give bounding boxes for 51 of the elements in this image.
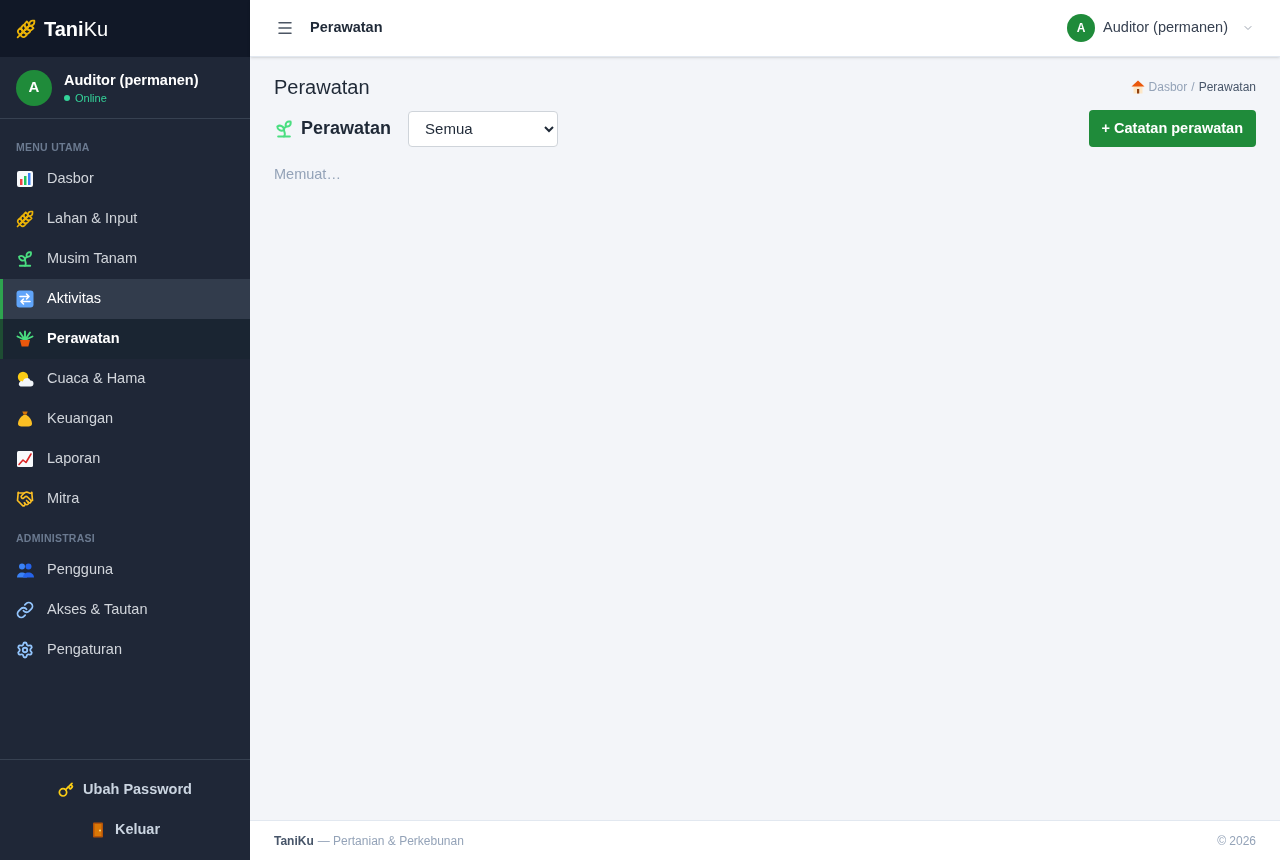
sidebar-item[interactable]: Mitra (0, 479, 250, 519)
sidebar-item[interactable]: Aktivitas (0, 279, 250, 319)
sidebar-item[interactable]: Cuaca & Hama (0, 359, 250, 399)
user-menu-button[interactable]: A Auditor (permanen) (1067, 14, 1254, 42)
menu-section-heading: MENU UTAMA (15, 141, 91, 153)
add-record-button[interactable]: + Catatan perawatan (1088, 110, 1256, 147)
sprout-icon (274, 118, 294, 139)
sidebar-item[interactable]: Perawatan (0, 319, 250, 359)
sidebar-action-button[interactable]: Ubah Password (58, 770, 192, 810)
bar-chart-icon (16, 170, 34, 188)
user-status: Online (75, 90, 107, 106)
sidebar-item[interactable]: Pengguna (0, 550, 250, 590)
settings-icon (16, 641, 34, 659)
sidebar-item[interactable]: Akses & Tautan (0, 590, 250, 630)
footer-copyright: © 2026 (1217, 832, 1256, 850)
arrows-icon (16, 290, 34, 308)
sidebar-item[interactable]: Pengaturan (0, 630, 250, 670)
user-avatar: A (16, 69, 52, 106)
sidebar-item[interactable]: Laporan (0, 439, 250, 479)
users-icon (16, 561, 34, 579)
potted-plant-icon (16, 330, 34, 348)
sidebar-item[interactable]: Dasbor (0, 159, 250, 199)
sprout-icon (16, 250, 34, 268)
link-icon (16, 601, 34, 619)
sun-cloud-icon (16, 370, 34, 388)
user-name: Auditor (permanen) (64, 70, 199, 90)
status-dot-icon (64, 94, 70, 101)
footer-tagline: — Pertanian & Perkebunan (317, 832, 464, 850)
top-bar-title: Perawatan (310, 18, 383, 38)
sidebar-item[interactable]: Musim Tanam (0, 239, 250, 279)
handshake-icon (16, 490, 34, 508)
key-icon (58, 782, 75, 798)
home-icon (1130, 80, 1145, 94)
page-title: Perawatan (274, 75, 370, 100)
user-avatar: A (1067, 14, 1096, 42)
footer-brand: TaniKu (274, 832, 314, 850)
section-heading: Perawatan (301, 117, 392, 140)
menu-icon[interactable] (276, 19, 294, 37)
line-chart-icon (16, 450, 34, 468)
menu-section-heading: ADMINISTRASI (15, 532, 96, 544)
loading-text: Memuat… (274, 165, 341, 184)
sidebar-action-button[interactable]: Keluar (89, 810, 161, 850)
sidebar-item[interactable]: Keuangan (0, 399, 250, 439)
sidebar-item[interactable]: Lahan & Input (0, 199, 250, 239)
filter-select[interactable]: Semua (408, 110, 559, 147)
app-name: TaniKu (44, 16, 109, 42)
wheat-icon (16, 210, 34, 228)
bag-icon (16, 410, 34, 428)
breadcrumb-current: Perawatan (1198, 79, 1256, 96)
wheat-icon (16, 18, 36, 39)
breadcrumb-separator: / (1191, 79, 1195, 96)
